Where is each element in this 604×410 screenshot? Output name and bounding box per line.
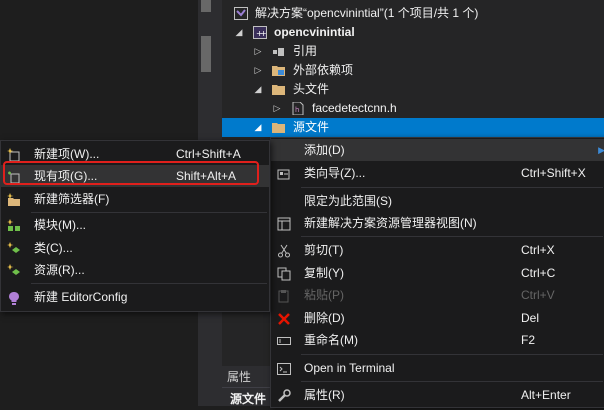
references-label: 引用 <box>293 44 318 58</box>
menu-item-paste[interactable]: 粘贴(P) Ctrl+V <box>271 284 604 306</box>
menu-item-scope-to-this[interactable]: 限定为此范围(S) <box>271 190 604 212</box>
header-files-label: 头文件 <box>293 82 330 96</box>
new-item-icon <box>7 147 21 162</box>
new-view-icon <box>277 216 291 231</box>
external-dependencies-label: 外部依赖项 <box>293 63 354 77</box>
folder-icon <box>272 64 286 77</box>
expand-arrow-icon[interactable]: ◢ <box>253 80 263 99</box>
filter-folder-icon <box>272 83 286 96</box>
copy-icon <box>277 266 291 281</box>
menu-separator <box>301 354 603 355</box>
solution-icon <box>234 7 248 20</box>
menu-item-delete[interactable]: 删除(D) Del <box>271 307 604 329</box>
menu-item-label: 删除(D) <box>304 311 345 325</box>
collapsed-arrow-icon[interactable]: ▷ <box>253 61 263 80</box>
menu-item-label: 新建 EditorConfig <box>34 290 128 304</box>
delete-icon <box>277 311 291 325</box>
filter-folder-icon <box>272 121 286 134</box>
tree-row-references[interactable]: ▷ 引用 <box>222 42 604 61</box>
menu-item-label: 类向导(Z)... <box>304 166 366 180</box>
properties-value: 源文件 <box>230 392 267 406</box>
svg-text:+: + <box>260 29 267 38</box>
editorconfig-icon <box>7 290 21 305</box>
menu-separator <box>301 236 603 237</box>
menu-item-label: 模块(M)... <box>34 218 86 232</box>
menu-separator <box>301 187 603 188</box>
references-icon <box>272 45 286 58</box>
new-filter-icon <box>7 192 21 206</box>
submenu-item-resource[interactable]: 资源(R)... <box>1 259 269 281</box>
menu-item-rename[interactable]: 重命名(M) F2 <box>271 329 604 351</box>
menu-item-label: Open in Terminal <box>304 361 395 375</box>
menu-item-label: 限定为此范围(S) <box>304 194 392 208</box>
menu-item-new-explorer-view[interactable]: 新建解决方案资源管理器视图(N) <box>271 212 604 234</box>
module-icon <box>7 218 21 232</box>
menu-item-cut[interactable]: 剪切(T) Ctrl+X <box>271 239 604 261</box>
submenu-item-module[interactable]: 模块(M)... <box>1 214 269 236</box>
rename-icon <box>277 333 291 347</box>
menu-item-shortcut: Ctrl+Shift+X <box>521 166 586 180</box>
source-files-label: 源文件 <box>293 120 330 134</box>
scrollbar-thumb[interactable] <box>201 36 211 72</box>
cpp-project-icon: + + <box>253 26 267 39</box>
svg-text:h: h <box>295 106 299 114</box>
menu-item-label: 重命名(M) <box>304 333 358 347</box>
submenu-arrow-icon: ▶ <box>598 145 604 155</box>
menu-item-shortcut: Ctrl+X <box>521 243 555 257</box>
menu-item-label: 新建解决方案资源管理器视图(N) <box>304 216 477 230</box>
properties-panel: 属性 源文件 <box>222 366 270 406</box>
menu-item-label: 复制(Y) <box>304 266 344 280</box>
class-wizard-icon <box>277 166 291 180</box>
menu-item-label: 类(C)... <box>34 241 73 255</box>
menu-item-label: 剪切(T) <box>304 243 344 257</box>
file-label: facedetectcnn.h <box>312 101 397 115</box>
expand-arrow-icon[interactable]: ◢ <box>253 118 263 137</box>
tree-row-solution[interactable]: 解决方案“opencvinintial”(1 个项目/共 1 个) <box>222 4 604 23</box>
scrollbar-thumb-top[interactable] <box>201 0 211 12</box>
menu-item-shortcut: Alt+Enter <box>521 388 571 402</box>
menu-item-label: 粘贴(P) <box>304 288 344 302</box>
tree-row-header-files[interactable]: ◢ 头文件 <box>222 80 604 99</box>
menu-item-open-in-terminal[interactable]: Open in Terminal <box>271 357 604 379</box>
highlight-annotation <box>3 161 259 185</box>
menu-item-label: 新建筛选器(F) <box>34 192 110 206</box>
menu-item-class-wizard[interactable]: 类向导(Z)... Ctrl+Shift+X <box>271 162 604 184</box>
menu-item-add[interactable]: 添加(D) ▶ <box>271 139 604 161</box>
properties-header[interactable]: 属性 <box>222 366 270 388</box>
class-icon <box>7 241 21 255</box>
collapsed-arrow-icon[interactable]: ▷ <box>253 42 263 61</box>
menu-item-label: 资源(R)... <box>34 263 85 277</box>
expand-arrow-icon[interactable]: ◢ <box>234 23 244 42</box>
menu-separator <box>301 381 603 382</box>
menu-separator <box>31 283 267 284</box>
scissors-icon <box>277 243 291 258</box>
menu-item-label: 添加(D) <box>304 143 345 157</box>
tree-row-source-files[interactable]: ◢ 源文件 <box>222 118 604 137</box>
submenu-item-editorconfig[interactable]: 新建 EditorConfig <box>1 286 269 308</box>
context-menu: 添加(D) ▶ 类向导(Z)... Ctrl+Shift+X 限定为此范围(S)… <box>270 137 604 408</box>
menu-item-shortcut: Ctrl+V <box>521 288 555 302</box>
menu-item-copy[interactable]: 复制(Y) Ctrl+C <box>271 262 604 284</box>
project-label: opencvinintial <box>274 25 355 39</box>
tree-row-external-dependencies[interactable]: ▷ 外部依赖项 <box>222 61 604 80</box>
submenu-item-new-filter[interactable]: 新建筛选器(F) <box>1 188 269 210</box>
menu-item-shortcut: F2 <box>521 333 536 347</box>
menu-item-properties[interactable]: 属性(R) Alt+Enter <box>271 384 604 406</box>
terminal-icon <box>277 361 291 375</box>
tree-row-file[interactable]: ▷ h facedetectcnn.h <box>222 99 604 118</box>
menu-item-shortcut: Del <box>521 311 540 325</box>
resource-icon <box>7 263 21 277</box>
submenu-item-class[interactable]: 类(C)... <box>1 237 269 259</box>
paste-icon <box>277 288 291 303</box>
header-file-icon: h <box>291 101 305 116</box>
menu-separator <box>31 212 267 213</box>
collapsed-arrow-icon[interactable]: ▷ <box>272 99 282 118</box>
solution-label: 解决方案“opencvinintial”(1 个项目/共 1 个) <box>255 6 479 20</box>
menu-item-label: 属性(R) <box>304 388 345 402</box>
menu-item-shortcut: Ctrl+C <box>521 266 556 280</box>
wrench-icon <box>277 388 291 402</box>
tree-row-project[interactable]: ◢ + + opencvinintial <box>222 23 604 42</box>
